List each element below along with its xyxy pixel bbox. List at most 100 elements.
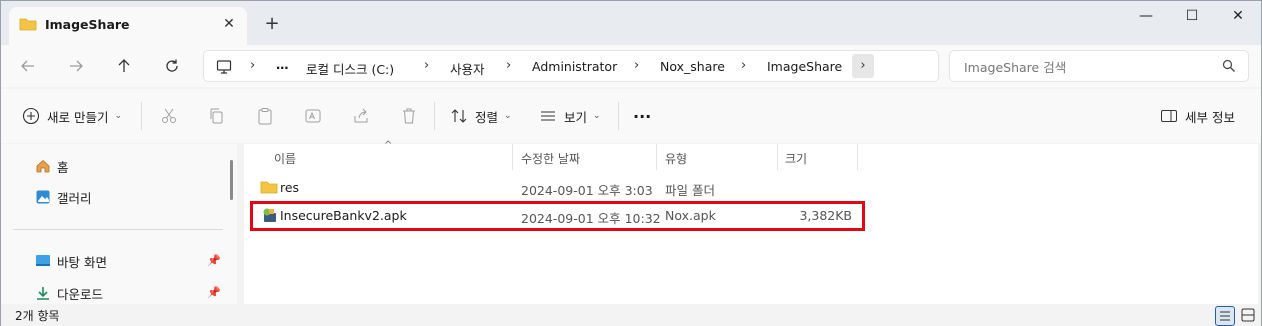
breadcrumb-users[interactable]: 사용자 xyxy=(450,59,485,78)
close-tab-icon[interactable]: ✕ xyxy=(221,16,237,32)
sidebar-item-label: 홈 xyxy=(57,159,69,175)
computer-icon xyxy=(216,60,232,74)
copy-button[interactable] xyxy=(207,104,233,128)
refresh-icon xyxy=(166,59,178,72)
up-button[interactable] xyxy=(111,54,137,78)
home-icon xyxy=(36,159,50,173)
pin-icon[interactable]: 📌 xyxy=(207,254,221,267)
search-icon xyxy=(1222,59,1235,72)
download-icon xyxy=(37,287,49,300)
sort-icon xyxy=(449,106,469,126)
chevron-down-icon: ⌄ xyxy=(114,111,123,121)
paste-button[interactable] xyxy=(255,104,281,128)
scissors-icon xyxy=(159,106,179,126)
sidebar-item-label: 바탕 화면 xyxy=(57,254,107,270)
refresh-button[interactable] xyxy=(159,54,185,78)
file-date: 2024-09-01 오후 3:03 xyxy=(521,183,653,198)
back-button[interactable] xyxy=(15,54,41,78)
column-header-date[interactable]: 수정한 날짜 xyxy=(521,150,580,167)
new-button-label: 새로 만들기 xyxy=(47,109,109,125)
clipboard-icon xyxy=(255,106,275,126)
share-icon xyxy=(351,106,371,126)
breadcrumb-imageshare[interactable]: ImageShare xyxy=(767,59,842,74)
sidebar-item-downloads[interactable]: 다운로드 xyxy=(35,283,103,303)
chevron-down-icon: ⌄ xyxy=(504,111,512,121)
gallery-icon xyxy=(36,190,50,204)
sort-button[interactable]: 정렬 ⌄ xyxy=(449,104,512,128)
search-input[interactable] xyxy=(964,58,1214,76)
file-type: 파일 폴더 xyxy=(665,183,715,198)
address-bar[interactable]: › … 로컬 디스크 (C:) › 사용자 › Administrator › … xyxy=(203,50,939,82)
column-divider[interactable] xyxy=(857,144,858,170)
arrow-left-icon xyxy=(21,60,34,72)
sidebar-item-gallery[interactable]: 갤러리 xyxy=(35,187,92,207)
share-button[interactable] xyxy=(351,104,377,128)
tab-bar: ImageShare ✕ + — ☐ ✕ xyxy=(1,1,1261,45)
breadcrumb-separator: › xyxy=(250,58,256,73)
new-button[interactable]: 새로 만들기 ⌄ xyxy=(21,104,122,128)
breadcrumb-overflow[interactable]: … xyxy=(276,57,289,72)
search-box[interactable] xyxy=(949,50,1249,82)
file-explorer-window: ImageShare ✕ + — ☐ ✕ › … 로컬 디스크 (C:) › 사… xyxy=(0,0,1262,326)
pin-icon[interactable]: 📌 xyxy=(207,286,221,299)
breadcrumb-nox-share[interactable]: Nox_share xyxy=(660,59,725,74)
file-row-res[interactable]: res 2024-09-01 오후 3:03 파일 폴더 xyxy=(252,175,864,201)
sidebar-divider xyxy=(13,229,223,230)
tab-imageshare[interactable]: ImageShare ✕ xyxy=(9,7,247,45)
toolbar-divider xyxy=(618,102,619,130)
sidebar-item-home[interactable]: 홈 xyxy=(35,156,69,176)
view-button-label: 보기 xyxy=(564,109,588,125)
sidebar-item-label: 다운로드 xyxy=(57,286,104,302)
chevron-down-icon: ⌄ xyxy=(593,111,601,121)
breadcrumb-local-disk[interactable]: 로컬 디스크 (C:) xyxy=(306,59,394,78)
sort-ascending-icon: ^ xyxy=(384,140,393,151)
rename-button[interactable] xyxy=(303,104,329,128)
column-divider[interactable] xyxy=(777,144,778,170)
tiles-view-icon xyxy=(1241,308,1255,322)
sidebar-scrollbar[interactable] xyxy=(230,160,233,200)
breadcrumb-separator: › xyxy=(634,58,640,73)
command-bar: 새로 만들기 ⌄ 정렬 ⌄ 보기 ⌄ ··· 세부 정보 xyxy=(1,89,1261,143)
rename-icon xyxy=(303,106,323,126)
tiles-view-button[interactable] xyxy=(1239,306,1259,326)
details-view-icon xyxy=(1220,311,1230,321)
desktop-icon xyxy=(36,255,50,266)
item-count: 2개 항목 xyxy=(15,309,60,323)
arrow-up-icon xyxy=(118,59,130,72)
details-view-button[interactable] xyxy=(1215,306,1235,326)
status-bar: 2개 항목 xyxy=(1,304,1261,326)
toolbar-divider xyxy=(141,102,142,130)
breadcrumb-expand-chevron[interactable]: › xyxy=(852,54,874,78)
details-pane-icon xyxy=(1159,106,1179,126)
column-header-name[interactable]: 이름 xyxy=(274,150,296,167)
file-name: res xyxy=(280,180,300,195)
column-divider[interactable] xyxy=(512,144,513,170)
arrow-right-icon xyxy=(70,60,83,72)
new-tab-button[interactable]: + xyxy=(261,14,283,36)
trash-icon xyxy=(399,106,419,126)
column-divider[interactable] xyxy=(656,144,657,170)
breadcrumb-separator: › xyxy=(741,58,747,73)
copy-icon xyxy=(207,106,227,126)
column-header-type[interactable]: 유형 xyxy=(665,150,687,167)
delete-button[interactable] xyxy=(399,104,425,128)
more-options-button[interactable]: ··· xyxy=(633,104,651,128)
minimize-button[interactable]: — xyxy=(1123,1,1169,33)
toolbar-divider xyxy=(434,102,435,130)
breadcrumb-administrator[interactable]: Administrator xyxy=(532,59,617,74)
forward-button[interactable] xyxy=(63,54,89,78)
view-list-icon xyxy=(538,106,558,126)
cut-button[interactable] xyxy=(159,104,185,128)
view-button[interactable]: 보기 ⌄ xyxy=(538,104,601,128)
details-pane-button[interactable]: 세부 정보 xyxy=(1159,104,1235,128)
folder-icon xyxy=(19,18,37,31)
breadcrumb-separator: › xyxy=(506,58,512,73)
navigation-pane: 홈 갤러리 바탕 화면 📌 다운로드 📌 xyxy=(1,144,237,304)
column-header-size[interactable]: 크기 xyxy=(785,150,807,167)
navigation-bar: › … 로컬 디스크 (C:) › 사용자 › Administrator › … xyxy=(1,45,1261,87)
close-window-button[interactable]: ✕ xyxy=(1215,1,1261,33)
sidebar-item-desktop[interactable]: 바탕 화면 xyxy=(35,251,107,271)
tab-title: ImageShare xyxy=(45,17,130,32)
maximize-button[interactable]: ☐ xyxy=(1169,1,1215,33)
sort-button-label: 정렬 xyxy=(475,109,499,125)
